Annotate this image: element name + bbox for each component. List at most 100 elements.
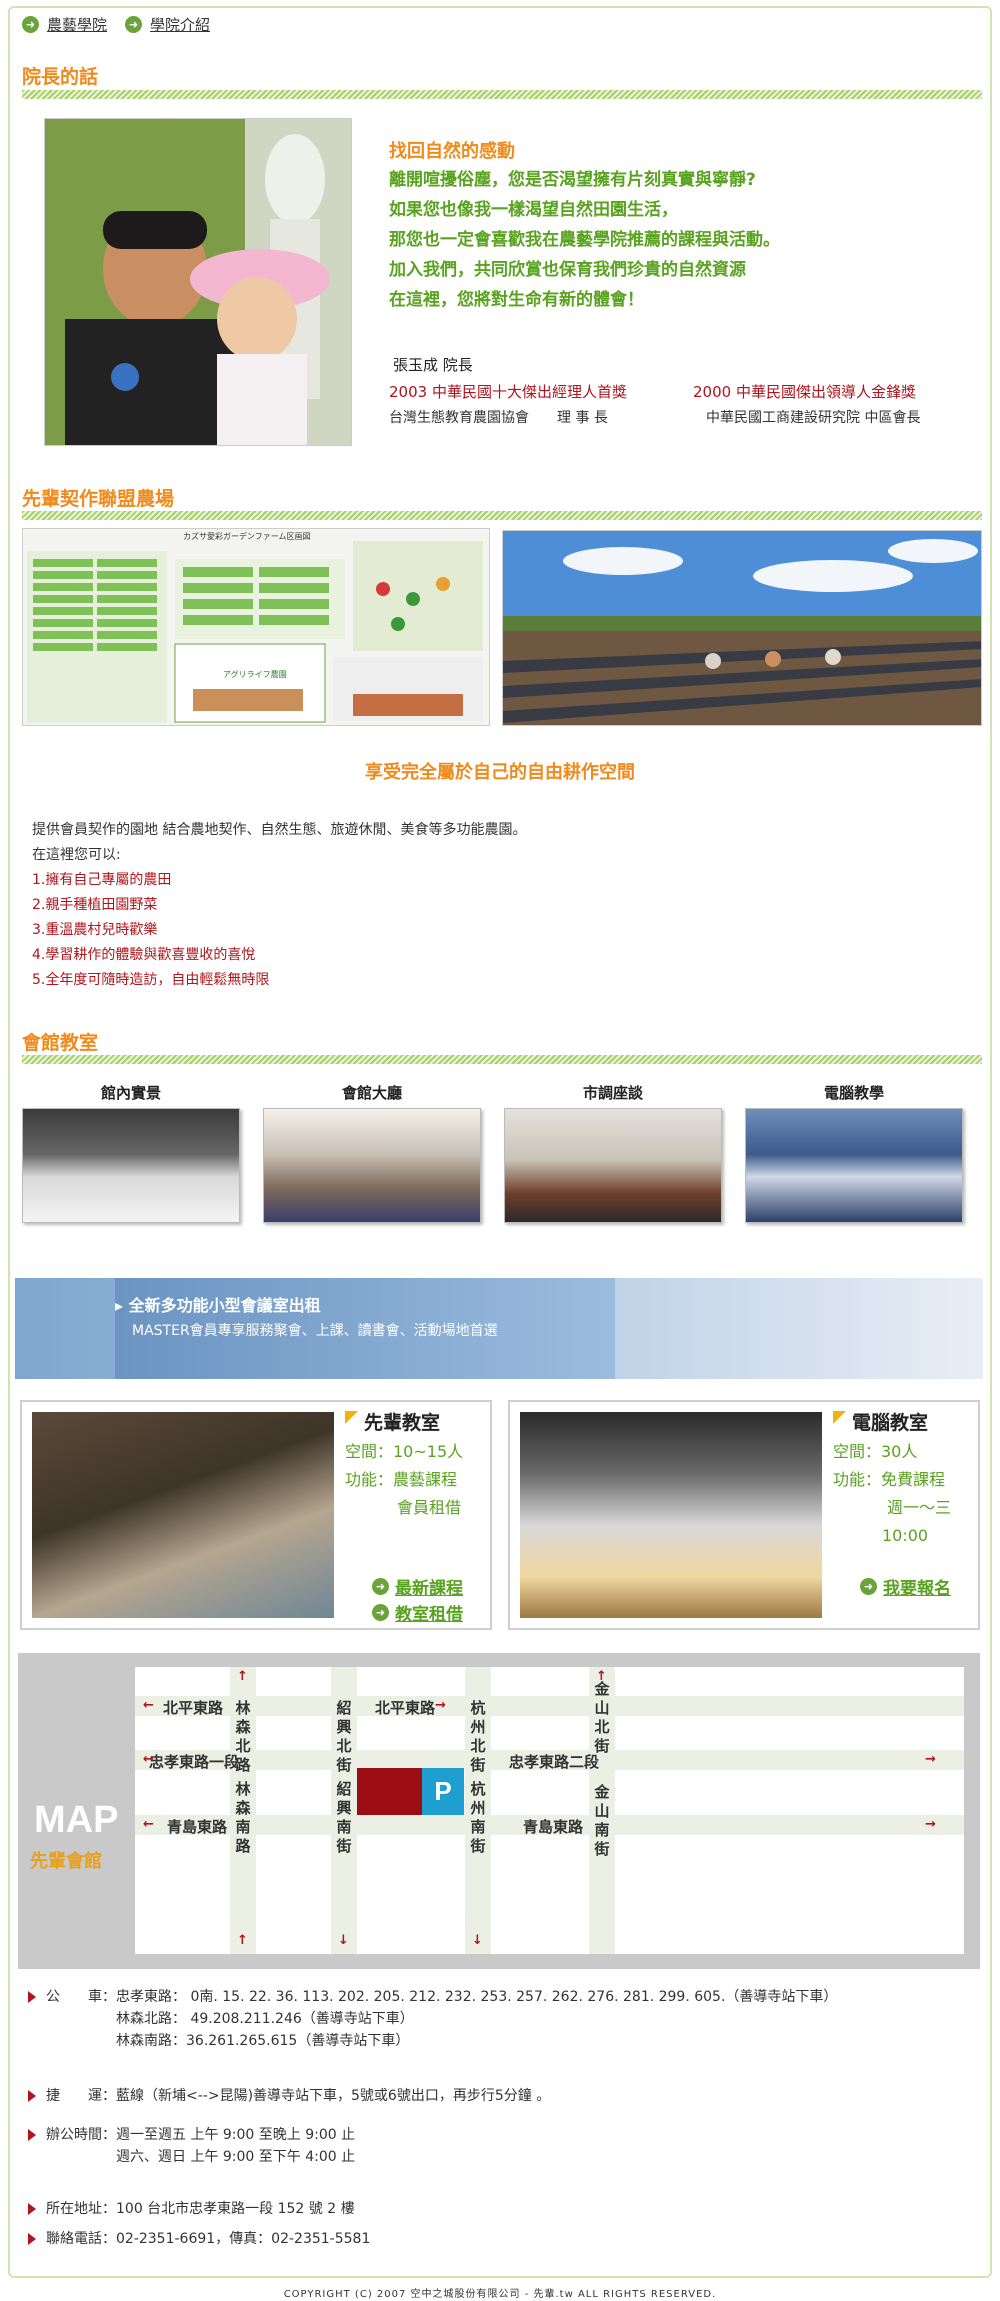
farm-point: 1.擁有自己專屬的農田 bbox=[32, 872, 172, 888]
farm-point: 3.重溫農村兒時歡樂 bbox=[32, 922, 158, 938]
info-hours-line: 週一至週五 上午 9:00 至晚上 9:00 止 bbox=[116, 2127, 356, 2143]
thumb-caption: 市調座談 bbox=[582, 1084, 643, 1102]
road-label: 青島東路 bbox=[523, 1818, 584, 1836]
thumb-caption: 會館大廳 bbox=[341, 1084, 402, 1102]
arrow-right-icon: → bbox=[435, 1698, 446, 1713]
triangle-icon bbox=[833, 1411, 846, 1424]
location-map: MAP 先輩會館 P 北平東路 北平東路 忠孝東路一段 忠孝東路二段 青島東路 … bbox=[18, 1653, 980, 1969]
principal-line: 加入我們，共同欣賞也保育我們珍貴的自然資源 bbox=[389, 260, 746, 280]
triangle-icon bbox=[28, 2090, 36, 2102]
street-map: P 北平東路 北平東路 忠孝東路一段 忠孝東路二段 青島東路 青島東路 林森北路… bbox=[135, 1667, 964, 1954]
info-phone: 聯絡電話： 02-2351-6691，傳真：02-2351-5581 bbox=[28, 2228, 370, 2250]
principal-award-1: 2003 中華民國十大傑出經理人首獎 bbox=[389, 383, 627, 401]
register-link[interactable]: ➜ 我要報名 bbox=[860, 1574, 951, 1599]
road-label: 林森北路 bbox=[235, 1699, 251, 1774]
road-label: 北平東路 bbox=[375, 1699, 436, 1717]
thumb-hall[interactable] bbox=[263, 1108, 481, 1223]
room-rental-link[interactable]: ➜ 教室租借 bbox=[372, 1600, 463, 1625]
classroom-function: 週一～三 bbox=[887, 1498, 952, 1517]
farm-tagline: 享受完全屬於自己的自由耕作空間 bbox=[365, 762, 635, 783]
arrow-right-icon: → bbox=[925, 1752, 936, 1767]
classroom-info: 空間：10~15人 功能：農藝課程 會員租借 bbox=[345, 1438, 463, 1522]
promo-banner-subtitle: MASTER會員專享服務聚會、上課、讀書會、活動場地首選 bbox=[132, 1323, 498, 1339]
farm-plan-logo: アグリライフ農園 bbox=[223, 670, 287, 679]
info-bus-line: 林森北路： 49.208.211.246（善導寺站下車） bbox=[116, 2011, 414, 2027]
triangle-icon bbox=[28, 2129, 36, 2141]
info-bus: 公 車： 忠孝東路： 0南. 15. 22. 36. 113. 202. 205… bbox=[28, 1986, 837, 2052]
promo-banner[interactable]: ▸ 全新多功能小型會議室出租 MASTER會員專享服務聚會、上課、讀書會、活動場… bbox=[15, 1278, 983, 1379]
road-label: 杭州南街 bbox=[470, 1780, 486, 1855]
triangle-icon bbox=[28, 1991, 36, 2003]
principal-line: 那您也一定會喜歡我在農藝學院推薦的課程與活動。 bbox=[389, 230, 780, 250]
arrow-circle-icon: ➜ bbox=[372, 1604, 389, 1621]
footer-copyright: COPYRIGHT (C) 2007 空中之城股份有限公司 - 先輩.tw AL… bbox=[283, 2289, 717, 2300]
farm-point: 5.全年度可隨時造訪，自由輕鬆無時限 bbox=[32, 972, 270, 988]
classroom-function: 會員租借 bbox=[397, 1498, 462, 1517]
classroom-card-seniors: 先輩教室 空間：10~15人 功能：農藝課程 會員租借 ➜ 最新課程 ➜ 教室租借 bbox=[20, 1400, 492, 1630]
arrow-left-icon: ← bbox=[143, 1698, 154, 1713]
arrow-circle-icon: ➜ bbox=[372, 1578, 389, 1595]
thumb-computer-class[interactable] bbox=[745, 1108, 963, 1223]
breadcrumb-link-intro[interactable]: 學院介紹 bbox=[150, 14, 210, 35]
classroom-space: 空間：10~15人 bbox=[345, 1442, 464, 1461]
principal-award-2: 2000 中華民國傑出領導人金鋒獎 bbox=[693, 383, 916, 401]
section-title-farm: 先輩契作聯盟農場 bbox=[22, 488, 175, 510]
arrow-circle-icon: ➜ bbox=[860, 1578, 877, 1595]
principal-name: 張玉成 院長 bbox=[393, 356, 473, 374]
road-label: 杭州北街 bbox=[470, 1699, 486, 1774]
thumb-meeting[interactable] bbox=[504, 1108, 722, 1223]
section-divider bbox=[22, 511, 982, 520]
breadcrumb: ➜ 農藝學院 ➜ 學院介紹 bbox=[22, 14, 210, 35]
principal-org-2: 中華民國工商建設研究院 中區會長 bbox=[706, 410, 921, 426]
farm-field-photo bbox=[502, 530, 982, 726]
classroom-title: 先輩教室 bbox=[345, 1408, 440, 1435]
arrow-right-icon: → bbox=[925, 1817, 936, 1832]
arrow-down-icon: ↓ bbox=[338, 1933, 349, 1948]
info-bus-line: 忠孝東路： 0南. 15. 22. 36. 113. 202. 205. 212… bbox=[116, 1989, 838, 2005]
classroom-photo bbox=[520, 1412, 822, 1618]
info-phone-text: 02-2351-6691，傳真：02-2351-5581 bbox=[116, 2231, 371, 2247]
arrow-up-icon: ↑ bbox=[596, 1669, 607, 1684]
map-label: MAP bbox=[34, 1799, 119, 1841]
latest-courses-link[interactable]: ➜ 最新課程 bbox=[372, 1574, 463, 1599]
classroom-function: 功能：農藝課程 bbox=[345, 1470, 458, 1489]
principal-message: 找回自然的感動 離開喧擾俗塵，您是否渴望擁有片刻真實與寧靜? 如果您也像我一樣渴… bbox=[389, 137, 780, 315]
thumb-caption: 電腦教學 bbox=[823, 1084, 884, 1102]
classroom-photo bbox=[32, 1412, 334, 1618]
classroom-function: 10:00 bbox=[882, 1526, 929, 1545]
principal-line: 在這裡，您將對生命有新的體會！ bbox=[389, 290, 644, 310]
principal-line: 如果您也像我一樣渴望自然田園生活， bbox=[389, 200, 678, 220]
principal-heading: 找回自然的感動 bbox=[389, 141, 515, 162]
thumb-lobby-view[interactable] bbox=[22, 1108, 240, 1223]
arrow-circle-icon: ➜ bbox=[22, 16, 39, 33]
road-label: 青島東路 bbox=[167, 1818, 228, 1836]
road-label: 北平東路 bbox=[163, 1699, 224, 1717]
principal-line: 離開喧擾俗塵，您是否渴望擁有片刻真實與寧靜? bbox=[389, 170, 756, 190]
section-divider bbox=[22, 90, 982, 99]
farm-intro: 提供會員契作的園地 結合農地契作、自然生態、旅遊休閒、美食等多功能農園。 在這裡… bbox=[32, 818, 526, 993]
breadcrumb-link-academy[interactable]: 農藝學院 bbox=[47, 14, 107, 35]
section-divider bbox=[22, 1055, 982, 1064]
arrow-up-icon: ↑ bbox=[237, 1669, 248, 1684]
road-label: 紹興北街 bbox=[336, 1699, 352, 1774]
road-beiping bbox=[135, 1696, 964, 1716]
info-address: 所在地址： 100 台北市忠孝東路一段 152 號 2 樓 bbox=[28, 2198, 355, 2220]
section-title-hall: 會館教室 bbox=[22, 1032, 99, 1054]
triangle-icon bbox=[28, 2203, 36, 2215]
farm-point: 2.親手種植田園野菜 bbox=[32, 897, 158, 913]
farm-intro-text: 在這裡您可以: bbox=[32, 847, 121, 863]
road-label: 忠孝東路一段 bbox=[149, 1753, 240, 1771]
info-address-text: 100 台北市忠孝東路一段 152 號 2 樓 bbox=[116, 2201, 355, 2217]
arrow-left-icon: ← bbox=[143, 1752, 154, 1767]
info-mrt: 捷 運： 藍線（新埔<-->昆陽)善導寺站下車，5號或6號出口，再步行5分鐘 。 bbox=[28, 2085, 550, 2107]
classroom-function: 功能：免費課程 bbox=[833, 1470, 946, 1489]
triangle-icon bbox=[28, 2233, 36, 2245]
farm-point: 4.學習耕作的體驗與歡喜豐收的喜悅 bbox=[32, 947, 256, 963]
info-hours: 辦公時間： 週一至週五 上午 9:00 至晚上 9:00 止 週六、週日 上午 … bbox=[28, 2124, 355, 2168]
triangle-icon bbox=[345, 1411, 358, 1424]
farm-intro-text: 提供會員契作的園地 結合農地契作、自然生態、旅遊休閒、美食等多功能農園。 bbox=[32, 822, 527, 838]
classroom-space: 空間：30人 bbox=[833, 1442, 918, 1461]
info-mrt-text: 藍線（新埔<-->昆陽)善導寺站下車，5號或6號出口，再步行5分鐘 。 bbox=[116, 2088, 551, 2104]
info-hours-line: 週六、週日 上午 9:00 至下午 4:00 止 bbox=[116, 2149, 356, 2165]
arrow-down-icon: ↓ bbox=[472, 1933, 483, 1948]
